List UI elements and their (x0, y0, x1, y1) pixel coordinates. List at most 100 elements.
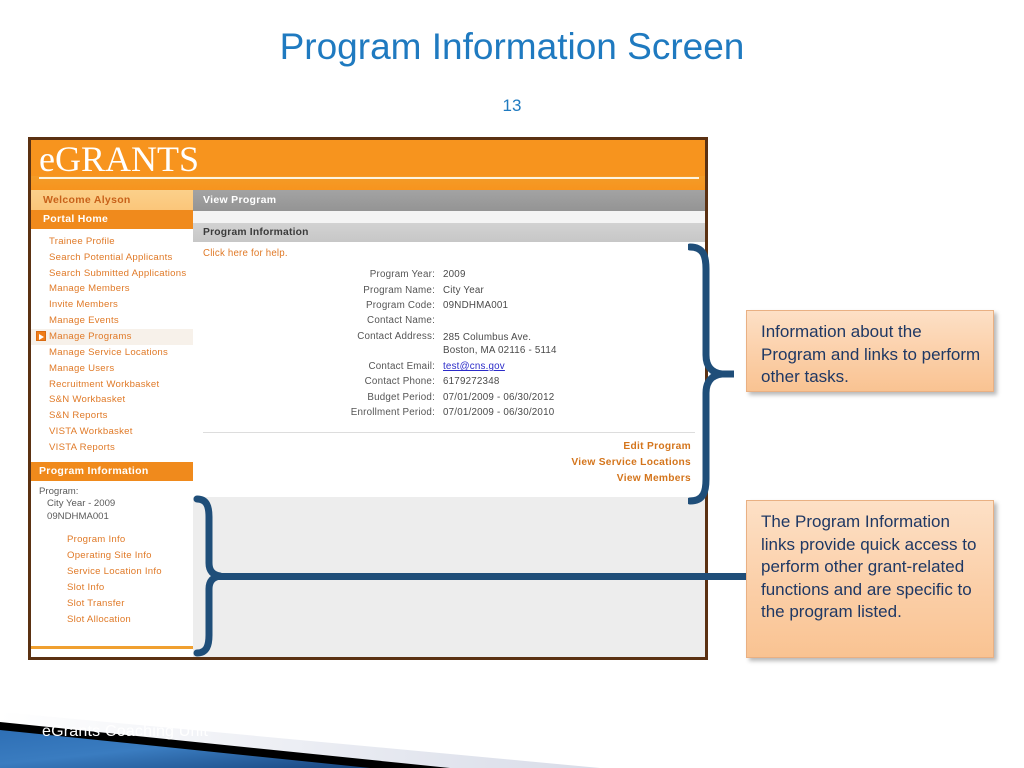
sidebar-item-vista-workbasket[interactable]: VISTA Workbasket (31, 424, 193, 440)
field-label: Program Code: (365, 299, 435, 311)
panel-header-program-information: Program Information (193, 223, 705, 242)
sidebar-item-manage-programs[interactable]: Manage Programs (31, 328, 193, 345)
table-row: Contact Phone: 6179272348 (193, 374, 705, 389)
program-link-slot-transfer[interactable]: Slot Transfer (31, 596, 193, 612)
table-row: Program Year: 2009 (193, 267, 705, 282)
sidebar-nav-list: Trainee Profile Search Potential Applica… (31, 229, 193, 456)
connector-line-bottom (214, 573, 760, 580)
page-title: Program Information Screen (279, 26, 745, 67)
sidebar-item-manage-members[interactable]: Manage Members (31, 281, 193, 297)
footer-label: eGrants Coaching Unit (42, 723, 209, 740)
sidebar-item-label: Manage Events (49, 315, 119, 327)
arrow-right-icon (36, 330, 46, 341)
sidebar-item-vista-reports[interactable]: VISTA Reports (31, 440, 193, 456)
egrants-logo: eGRANTS (39, 141, 199, 177)
sidebar-item-invite-members[interactable]: Invite Members (31, 297, 193, 313)
sidebar-program-information-header: Program Information (31, 461, 193, 481)
sidebar-item-manage-events[interactable]: Manage Events (31, 313, 193, 329)
program-details-table: Program Year: 2009 Program Name: City Ye… (193, 267, 705, 420)
table-row: Program Name: City Year (193, 282, 705, 297)
program-label: Program: (39, 485, 79, 497)
sidebar-item-label: Manage Users (49, 362, 115, 374)
address-line-2: Boston, MA 02116 - 5114 (443, 344, 557, 356)
link-edit-program[interactable]: Edit Program (193, 439, 691, 455)
link-view-service-locations[interactable]: View Service Locations (193, 455, 691, 471)
table-row: Program Code: 09NDHMA001 (193, 298, 705, 313)
table-row: Budget Period: 07/01/2009 - 06/30/2012 (193, 390, 705, 405)
field-value: 2009 (443, 269, 466, 281)
field-value: City Year (443, 284, 485, 296)
callout-box-2: The Program Information links provide qu… (746, 500, 994, 658)
field-value: 6179272348 (443, 376, 500, 388)
sidebar-bottom-rule (31, 646, 193, 649)
sidebar-item-sn-workbasket[interactable]: S&N Workbasket (31, 392, 193, 408)
sidebar-item-search-potential-applicants[interactable]: Search Potential Applicants (31, 250, 193, 266)
page-bar-view-program: View Program (193, 190, 705, 211)
sidebar-item-manage-service-locations[interactable]: Manage Service Locations (31, 345, 193, 361)
connector-brace-top (688, 243, 734, 505)
sidebar: Welcome Alyson Portal Home Trainee Profi… (31, 190, 194, 657)
field-label: Program Year: (369, 269, 435, 281)
table-row: Contact Email: test@cns.gov (193, 359, 705, 374)
field-label: Contact Name: (367, 315, 435, 327)
field-value: 09NDHMA001 (443, 299, 509, 311)
content-gap-strip (193, 211, 705, 223)
logo-underline (39, 177, 699, 179)
sidebar-item-recruitment-workbasket[interactable]: Recruitment Workbasket (31, 376, 193, 392)
program-information-panel: Program Information Click here for help.… (193, 223, 705, 498)
field-value-address: 285 Columbus Ave. Boston, MA 02116 - 511… (443, 329, 705, 359)
sidebar-item-label: Search Potential Applicants (49, 252, 173, 264)
sidebar-item-sn-reports[interactable]: S&N Reports (31, 408, 193, 424)
sidebar-item-trainee-profile[interactable]: Trainee Profile (31, 234, 193, 250)
field-label: Contact Email: (368, 361, 435, 373)
field-value (443, 313, 705, 328)
link-view-members[interactable]: View Members (193, 471, 691, 487)
sidebar-item-label: S&N Reports (49, 410, 108, 422)
main-content: View Program Program Information Click h… (193, 190, 705, 657)
sidebar-item-label: Recruitment Workbasket (49, 378, 160, 390)
sidebar-item-label: Manage Members (49, 283, 130, 295)
table-row: Contact Name: (193, 313, 705, 328)
program-link-slot-info[interactable]: Slot Info (31, 580, 193, 596)
field-label: Program Name: (363, 284, 435, 296)
contact-email-link[interactable]: test@cns.gov (443, 361, 505, 372)
sidebar-item-search-submitted-applications[interactable]: Search Submitted Applications (31, 266, 193, 281)
program-link-slot-allocation[interactable]: Slot Allocation (31, 612, 193, 628)
app-header-band: eGRANTS (31, 140, 705, 190)
field-label: Contact Phone: (364, 376, 435, 388)
field-label: Budget Period: (367, 391, 435, 403)
sidebar-item-label: S&N Workbasket (49, 394, 126, 406)
sidebar-item-label: VISTA Reports (49, 442, 115, 454)
help-link[interactable]: Click here for help. (193, 242, 705, 259)
footer-decoration (0, 660, 1024, 768)
sidebar-item-label: Manage Programs (49, 330, 132, 342)
logo-name: GRANTS (54, 139, 200, 179)
sidebar-program-meta: Program: City Year - 2009 09NDHMA001 (31, 481, 193, 526)
program-link-program-info[interactable]: Program Info (31, 531, 193, 547)
slide-number: 13 (502, 96, 522, 115)
callout-box-1: Information about the Program and links … (746, 310, 994, 392)
sidebar-item-label: Manage Service Locations (49, 346, 169, 358)
program-name-value: City Year - 2009 (47, 498, 116, 510)
sidebar-item-label: Search Submitted Applications (49, 267, 187, 279)
footer-shapes (0, 712, 600, 768)
sidebar-item-portal-home[interactable]: Portal Home (31, 210, 193, 229)
program-code-value: 09NDHMA001 (47, 510, 109, 522)
table-row: Contact Address: 285 Columbus Ave. Bosto… (193, 329, 705, 359)
program-link-operating-site-info[interactable]: Operating Site Info (31, 547, 193, 563)
action-links: Edit Program View Service Locations View… (193, 433, 705, 497)
sidebar-item-manage-users[interactable]: Manage Users (31, 361, 193, 377)
address-line-1: 285 Columbus Ave. (443, 331, 532, 343)
application-screenshot: eGRANTS Welcome Alyson Portal Home Train… (28, 137, 708, 660)
field-label: Enrollment Period: (350, 407, 435, 419)
program-information-link-list: Program Info Operating Site Info Service… (31, 531, 193, 628)
sidebar-item-label: VISTA Workbasket (49, 426, 133, 438)
sidebar-item-label: Invite Members (49, 299, 119, 311)
welcome-banner: Welcome Alyson (31, 190, 193, 210)
field-value: 07/01/2009 - 06/30/2012 (443, 391, 555, 403)
logo-prefix: e (39, 139, 55, 179)
program-link-service-location-info[interactable]: Service Location Info (31, 563, 193, 579)
field-value: 07/01/2009 - 06/30/2010 (443, 407, 555, 419)
table-row: Enrollment Period: 07/01/2009 - 06/30/20… (193, 405, 705, 420)
field-label: Contact Address: (357, 330, 435, 342)
